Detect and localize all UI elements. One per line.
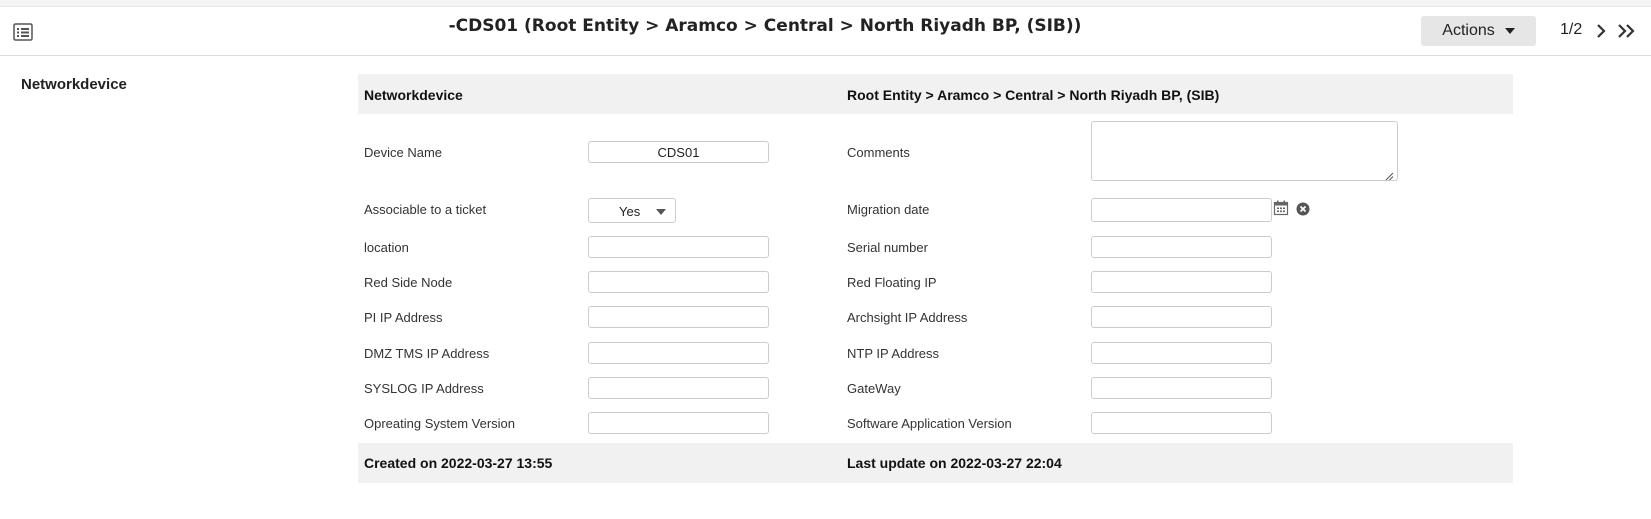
migration-date-field[interactable] — [1091, 198, 1272, 222]
device-name-value: CDS01 — [657, 145, 700, 160]
pager-count: 1/2 — [1560, 21, 1583, 38]
form-header-left: Networkdevice — [364, 87, 463, 103]
chevron-right-icon[interactable] — [1594, 21, 1608, 41]
actions-button[interactable]: Actions — [1421, 16, 1536, 46]
caret-down-icon — [656, 209, 666, 215]
archsight-ip-field[interactable] — [1091, 306, 1272, 328]
serial-number-label: Serial number — [847, 240, 928, 255]
comments-textarea[interactable] — [1091, 121, 1398, 181]
syslog-ip-field[interactable] — [588, 377, 769, 399]
serial-number-field[interactable] — [1091, 236, 1272, 258]
pi-ip-field[interactable] — [588, 306, 769, 328]
syslog-ip-label: SYSLOG IP Address — [364, 381, 484, 396]
resize-handle-icon[interactable] — [1385, 168, 1394, 181]
actions-label: Actions — [1442, 22, 1495, 39]
gateway-label: GateWay — [847, 381, 901, 396]
pi-ip-label: PI IP Address — [364, 310, 443, 325]
associable-value: Yes — [619, 204, 641, 219]
red-side-node-field[interactable] — [588, 271, 769, 293]
comments-label: Comments — [847, 145, 910, 160]
device-name-label: Device Name — [364, 145, 443, 160]
associable-select[interactable]: Yes — [588, 198, 676, 223]
dmz-tms-ip-label: DMZ TMS IP Address — [364, 346, 490, 361]
os-version-field[interactable] — [588, 412, 769, 434]
red-floating-ip-label: Red Floating IP — [847, 275, 937, 290]
red-floating-ip-field[interactable] — [1091, 271, 1272, 293]
ntp-ip-label: NTP IP Address — [847, 346, 940, 361]
calendar-icon[interactable] — [1273, 200, 1289, 216]
location-field[interactable] — [588, 236, 769, 258]
gateway-field[interactable] — [1091, 377, 1272, 399]
archsight-ip-label: Archsight IP Address — [847, 310, 968, 325]
device-name-field[interactable]: CDS01 — [588, 141, 769, 163]
dmz-tms-ip-field[interactable] — [588, 342, 769, 364]
ntp-ip-field[interactable] — [1091, 342, 1272, 364]
red-side-node-label: Red Side Node — [364, 275, 453, 290]
os-version-label: Opreating System Version — [364, 416, 516, 431]
created-on-text: Created on 2022-03-27 13:55 — [364, 455, 553, 471]
migration-date-label: Migration date — [847, 202, 930, 217]
page-title: -CDS01 (Root Entity > Aramco > Central >… — [448, 16, 1082, 36]
form-header-right: Root Entity > Aramco > Central > North R… — [847, 87, 1220, 103]
section-title: Networkdevice — [21, 76, 127, 93]
header-bar: -CDS01 (Root Entity > Aramco > Central >… — [0, 7, 1651, 56]
clear-icon[interactable] — [1296, 202, 1310, 216]
software-version-label: Software Application Version — [847, 416, 1012, 431]
associable-label: Associable to a ticket — [364, 202, 487, 217]
location-label: location — [364, 240, 409, 255]
top-strip — [0, 0, 1651, 7]
software-version-field[interactable] — [1091, 412, 1272, 434]
double-chevron-right-icon[interactable] — [1616, 21, 1638, 41]
last-update-text: Last update on 2022-03-27 22:04 — [847, 455, 1062, 471]
caret-down-icon — [1504, 28, 1515, 34]
